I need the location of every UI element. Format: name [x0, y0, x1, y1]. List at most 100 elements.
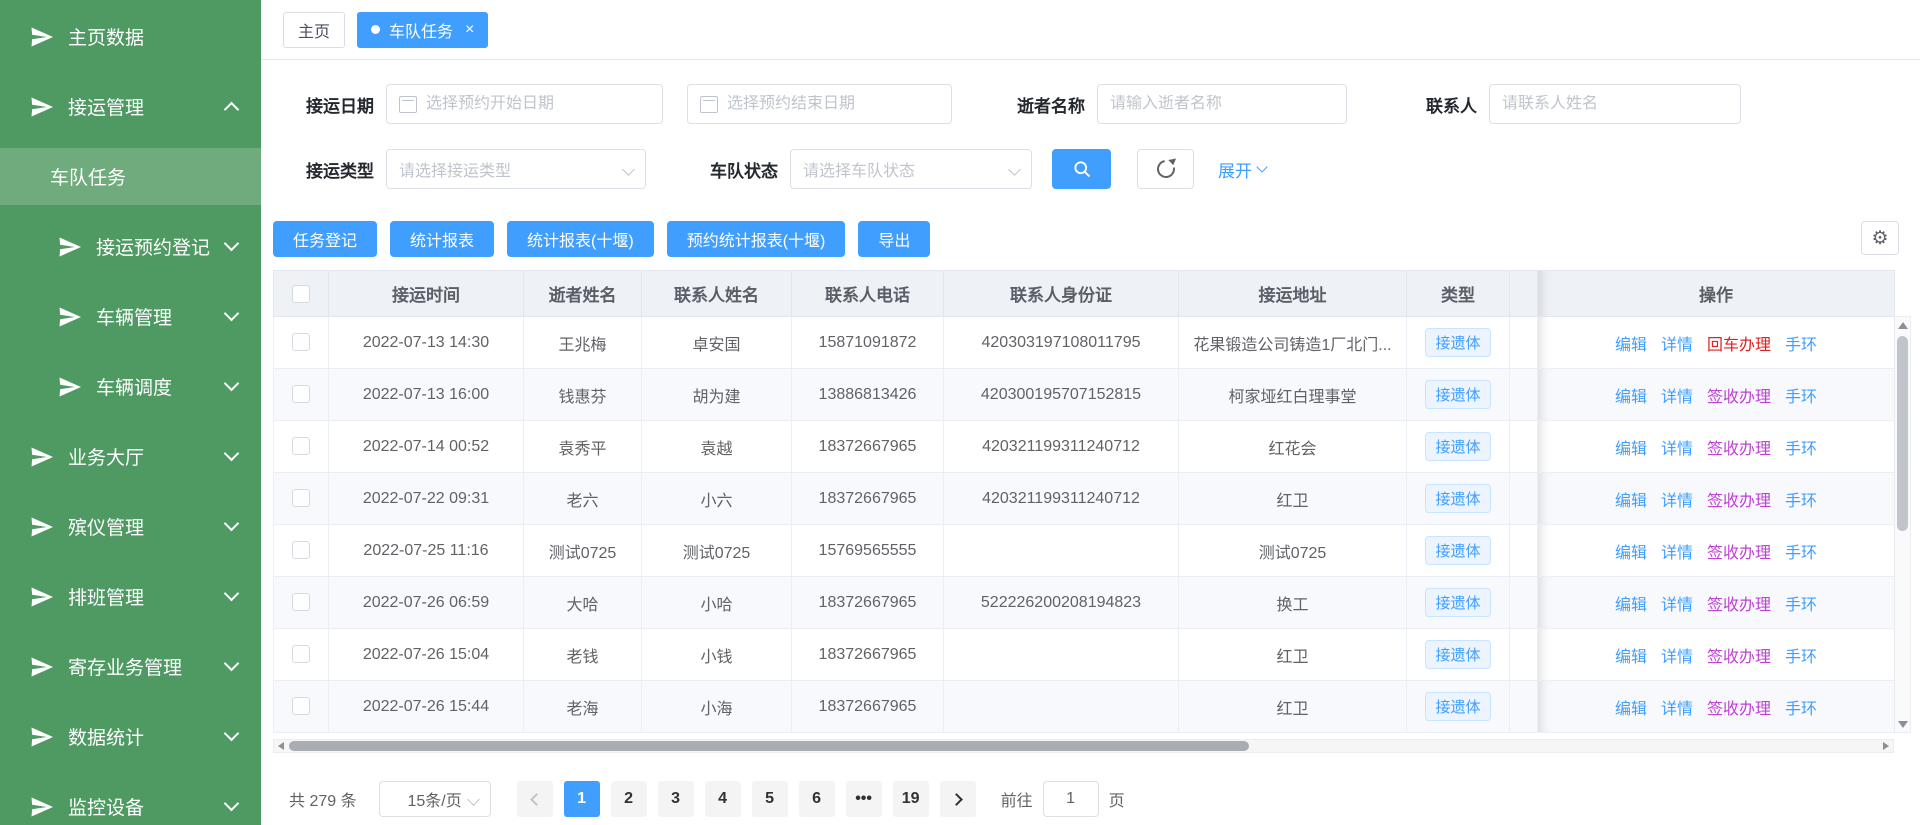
- refresh-button[interactable]: [1137, 149, 1194, 189]
- sidebar-item[interactable]: 寄存业务管理: [0, 638, 261, 695]
- sidebar-item[interactable]: 业务大厅: [0, 428, 261, 485]
- horizontal-scrollbar[interactable]: [273, 739, 1894, 753]
- action-link-blue[interactable]: 手环: [1785, 649, 1817, 666]
- action-link-purple[interactable]: 签收办理: [1707, 441, 1771, 458]
- horizontal-scrollbar-thumb[interactable]: [289, 741, 1249, 751]
- column-settings-button[interactable]: ⚙: [1861, 221, 1899, 255]
- action-link-blue[interactable]: 编辑: [1615, 493, 1647, 510]
- scroll-right-arrow-icon[interactable]: [1879, 740, 1893, 752]
- action-link-blue[interactable]: 手环: [1785, 337, 1817, 354]
- sidebar-item-active[interactable]: 车队任务: [0, 148, 261, 205]
- row-checkbox[interactable]: [292, 489, 310, 507]
- action-link-blue[interactable]: 手环: [1785, 389, 1817, 406]
- action-link-red[interactable]: 回车办理: [1707, 337, 1771, 354]
- date-start-input[interactable]: [426, 95, 650, 113]
- scroll-left-arrow-icon[interactable]: [274, 740, 288, 752]
- action-link-blue[interactable]: 手环: [1785, 597, 1817, 614]
- toolbar-button[interactable]: 导出: [858, 221, 930, 257]
- action-link-purple[interactable]: 签收办理: [1707, 493, 1771, 510]
- action-link-blue[interactable]: 详情: [1661, 701, 1693, 718]
- sidebar-item[interactable]: 监控设备: [0, 778, 261, 825]
- vertical-scrollbar-thumb[interactable]: [1897, 336, 1908, 531]
- toolbar-button[interactable]: 预约统计报表(十堰): [667, 221, 846, 257]
- date-end-input[interactable]: [727, 95, 939, 113]
- action-link-blue[interactable]: 详情: [1661, 337, 1693, 354]
- sidebar-item[interactable]: 车辆调度: [0, 358, 261, 415]
- pickup-type-select[interactable]: 请选择接运类型: [386, 149, 646, 189]
- vertical-scrollbar[interactable]: [1894, 316, 1911, 733]
- action-link-blue[interactable]: 详情: [1661, 597, 1693, 614]
- row-checkbox[interactable]: [292, 645, 310, 663]
- tab-fleet-task[interactable]: 车队任务 ×: [357, 12, 488, 48]
- page-button[interactable]: 5: [752, 781, 788, 817]
- action-link-blue[interactable]: 编辑: [1615, 545, 1647, 562]
- row-checkbox[interactable]: [292, 541, 310, 559]
- scroll-up-arrow-icon[interactable]: [1895, 317, 1910, 333]
- action-link-purple[interactable]: 签收办理: [1707, 545, 1771, 562]
- prev-page-button[interactable]: [517, 781, 553, 817]
- sidebar-item[interactable]: 数据统计: [0, 708, 261, 765]
- deceased-name-field[interactable]: [1097, 84, 1347, 124]
- page-button[interactable]: 6: [799, 781, 835, 817]
- action-link-purple[interactable]: 签收办理: [1707, 597, 1771, 614]
- sidebar-item[interactable]: 接运预约登记: [0, 218, 261, 275]
- toolbar-button[interactable]: 统计报表: [390, 221, 494, 257]
- toolbar-button[interactable]: 统计报表(十堰): [507, 221, 654, 257]
- cell-deceased: 王兆梅: [524, 317, 642, 369]
- contact-input[interactable]: [1502, 95, 1728, 113]
- sidebar-item[interactable]: 接运管理: [0, 78, 261, 135]
- page-ellipsis[interactable]: •••: [846, 781, 882, 817]
- sidebar-item[interactable]: 殡仪管理: [0, 498, 261, 555]
- scroll-down-arrow-icon[interactable]: [1895, 716, 1910, 732]
- action-link-blue[interactable]: 详情: [1661, 441, 1693, 458]
- action-link-blue[interactable]: 编辑: [1615, 597, 1647, 614]
- action-link-blue[interactable]: 编辑: [1615, 649, 1647, 666]
- action-link-blue[interactable]: 手环: [1785, 701, 1817, 718]
- expand-toggle[interactable]: 展开: [1218, 157, 1266, 182]
- search-button[interactable]: [1052, 149, 1111, 189]
- action-link-blue[interactable]: 编辑: [1615, 337, 1647, 354]
- fleet-status-select[interactable]: 请选择车队状态: [790, 149, 1032, 189]
- table-row: 2022-07-26 06:59大哈小哈18372667965522226200…: [274, 577, 1895, 629]
- action-link-blue[interactable]: 手环: [1785, 441, 1817, 458]
- header-checkbox-cell: [274, 271, 329, 317]
- action-link-blue[interactable]: 详情: [1661, 389, 1693, 406]
- page-size-select[interactable]: 15条/页: [379, 781, 491, 817]
- pickup-type-placeholder: 请选择接运类型: [399, 157, 511, 181]
- action-link-blue[interactable]: 手环: [1785, 545, 1817, 562]
- action-link-blue[interactable]: 编辑: [1615, 701, 1647, 718]
- row-checkbox[interactable]: [292, 593, 310, 611]
- page-button[interactable]: 4: [705, 781, 741, 817]
- action-link-blue[interactable]: 编辑: [1615, 441, 1647, 458]
- page-button[interactable]: 3: [658, 781, 694, 817]
- action-link-blue[interactable]: 手环: [1785, 493, 1817, 510]
- action-link-blue[interactable]: 详情: [1661, 493, 1693, 510]
- sidebar-item[interactable]: 车辆管理: [0, 288, 261, 345]
- tab-home[interactable]: 主页: [283, 12, 345, 48]
- page-button[interactable]: 19: [893, 781, 929, 817]
- action-link-purple[interactable]: 签收办理: [1707, 389, 1771, 406]
- action-link-blue[interactable]: 编辑: [1615, 389, 1647, 406]
- goto-page-input[interactable]: [1043, 781, 1099, 817]
- action-link-purple[interactable]: 签收办理: [1707, 649, 1771, 666]
- select-all-checkbox[interactable]: [292, 285, 310, 303]
- date-start-picker[interactable]: [386, 84, 663, 124]
- action-link-purple[interactable]: 签收办理: [1707, 701, 1771, 718]
- next-page-button[interactable]: [940, 781, 976, 817]
- close-icon[interactable]: ×: [465, 22, 474, 38]
- cell-type: 接遗体: [1407, 421, 1510, 473]
- action-link-blue[interactable]: 详情: [1661, 649, 1693, 666]
- sidebar-item[interactable]: 主页数据: [0, 8, 261, 65]
- date-end-picker[interactable]: [687, 84, 952, 124]
- page-button[interactable]: 1: [564, 781, 600, 817]
- row-checkbox[interactable]: [292, 437, 310, 455]
- deceased-name-input[interactable]: [1110, 95, 1334, 113]
- page-button[interactable]: 2: [611, 781, 647, 817]
- toolbar-button[interactable]: 任务登记: [273, 221, 377, 257]
- action-link-blue[interactable]: 详情: [1661, 545, 1693, 562]
- row-checkbox[interactable]: [292, 385, 310, 403]
- contact-field[interactable]: [1489, 84, 1741, 124]
- sidebar-item[interactable]: 排班管理: [0, 568, 261, 625]
- row-checkbox[interactable]: [292, 697, 310, 715]
- row-checkbox[interactable]: [292, 333, 310, 351]
